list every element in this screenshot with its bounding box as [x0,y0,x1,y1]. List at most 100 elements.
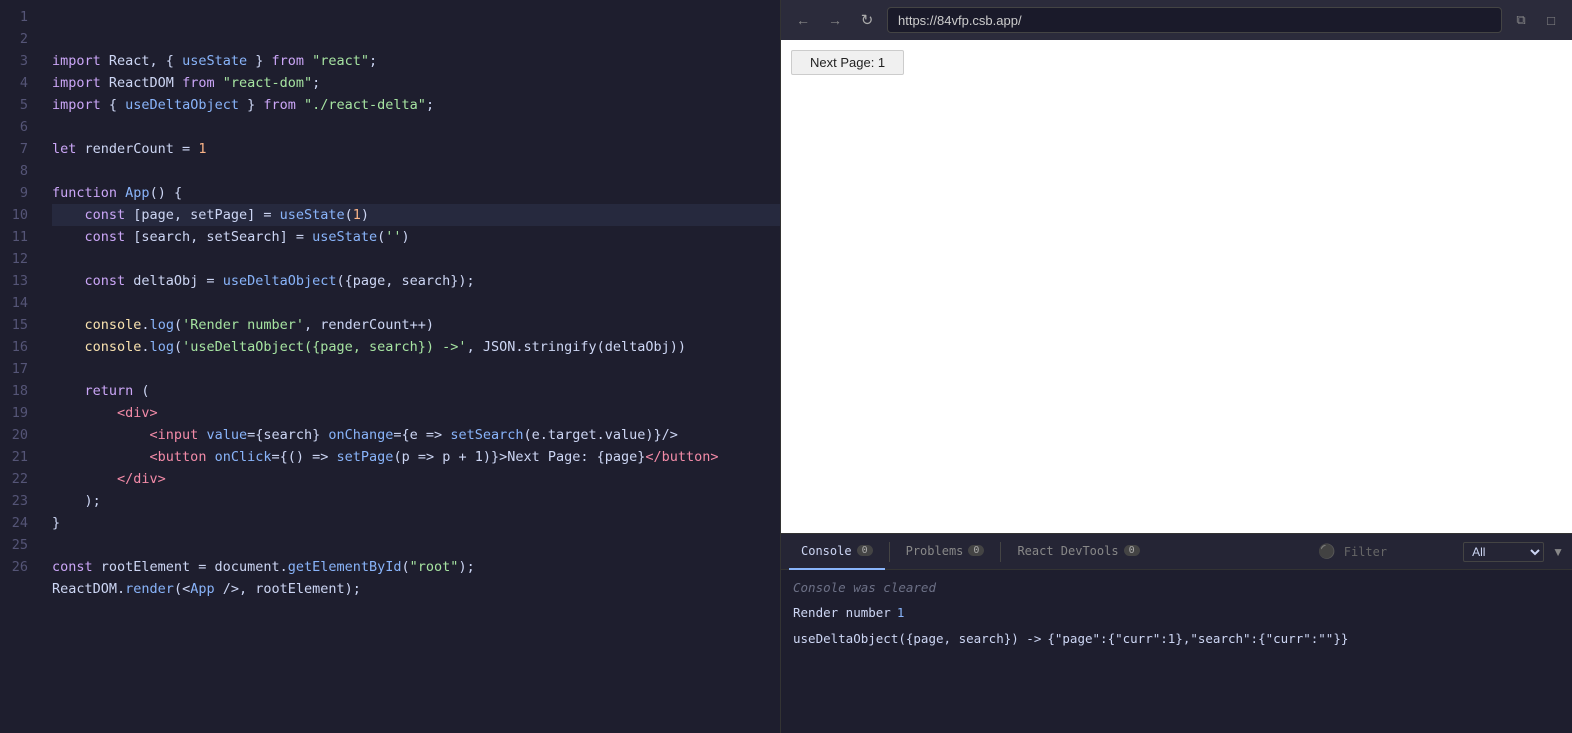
code-line: import React, { useState } from "react"; [52,50,780,72]
token-plain: ) [361,207,369,223]
token-obj: console [85,339,142,355]
react-devtools-tab-label: React DevTools [1017,544,1118,558]
token-plain: ; [369,53,377,69]
url-bar[interactable] [887,7,1502,33]
token-fn: App [190,581,214,597]
filter-section: ⚫ Filter All Errors Warnings Info ▼ [1318,542,1564,562]
token-num: 1 [198,141,206,157]
browser-icons: ⧉ □ [1510,9,1562,31]
token-kw: return [85,383,134,399]
console-output[interactable]: Console was cleared Render number 1 useD… [781,570,1572,733]
code-line: const [page, setPage] = useState(1) [52,204,780,226]
token-plain: ={search} [247,427,328,443]
refresh-button[interactable]: ↻ [855,8,879,32]
token-plain [117,185,125,201]
token-plain: (< [174,581,190,597]
line-number: 16 [0,336,38,358]
token-plain: (e.target.value)}/> [523,427,677,443]
browser-content: Next Page: 1 [781,40,1572,533]
line-number: 11 [0,226,38,248]
token-plain: rootElement = document. [93,559,288,575]
tab-console[interactable]: Console 0 [789,534,885,570]
forward-button[interactable]: → [823,8,847,32]
token-str: 'useDeltaObject({page, search}) ->' [182,339,466,355]
token-plain: ); [52,493,101,509]
token-fn: App [125,185,149,201]
filter-dropdown-button[interactable]: ▼ [1552,545,1564,559]
tab-problems[interactable]: Problems 0 [894,534,997,570]
code-line: const deltaObj = useDeltaObject({page, s… [52,270,780,292]
filter-input[interactable] [1395,545,1455,559]
token-plain: . [141,317,149,333]
code-line [52,248,780,270]
token-plain: ={e => [393,427,450,443]
code-line: <div> [52,402,780,424]
next-page-button[interactable]: Next Page: 1 [791,50,904,75]
token-plain [52,273,85,289]
filter-clear-icon[interactable]: ⚫ [1318,544,1335,560]
token-method: log [150,317,174,333]
token-tag: <input [150,427,199,443]
token-plain: ( [133,383,149,399]
line-number: 14 [0,292,38,314]
right-panel: ← → ↻ ⧉ □ Next Page: 1 Console 0 Problem… [780,0,1572,733]
token-str: "root" [410,559,459,575]
token-str: '' [385,229,401,245]
code-line: return ( [52,380,780,402]
back-button[interactable]: ← [791,8,815,32]
token-str: "./react-delta" [304,97,426,113]
line-number: 7 [0,138,38,160]
token-kw: from [263,97,296,113]
line-number: 4 [0,72,38,94]
token-plain: ; [426,97,434,113]
delta-log-text: useDeltaObject({page, search}) -> [793,626,1041,652]
token-plain: , JSON.stringify(deltaObj)) [467,339,686,355]
console-tabs: Console 0 Problems 0 React DevTools 0 ⚫ … [781,534,1572,570]
token-kw: from [182,75,215,91]
line-number: 6 [0,116,38,138]
problems-tab-badge: 0 [968,545,984,556]
token-plain: } [247,53,271,69]
token-tag: <button [150,449,207,465]
token-plain: ({page, search}); [337,273,475,289]
maximize-icon[interactable]: □ [1540,9,1562,31]
render-log-text: Render number [793,600,891,626]
line-number: 1 [0,6,38,28]
token-num: 1 [353,207,361,223]
windows-icon[interactable]: ⧉ [1510,9,1532,31]
filter-label: Filter [1344,545,1387,559]
token-fn: useState [182,53,247,69]
line-number: 25 [0,534,38,556]
token-kw: import [52,75,101,91]
token-plain: } [52,515,60,531]
filter-select[interactable]: All Errors Warnings Info [1463,542,1544,562]
token-method: getElementById [288,559,402,575]
token-plain: { [101,97,125,113]
token-kw: import [52,97,101,113]
token-attr: value [206,427,247,443]
code-line: let renderCount = 1 [52,138,780,160]
line-number: 3 [0,50,38,72]
code-line [52,160,780,182]
token-attr: onChange [328,427,393,443]
line-number: 18 [0,380,38,402]
line-number: 12 [0,248,38,270]
problems-tab-label: Problems [906,544,964,558]
code-line: ReactDOM.render(<App />, rootElement); [52,578,780,600]
code-line: const [search, setSearch] = useState('') [52,226,780,248]
code-content[interactable]: import React, { useState } from "react";… [38,0,780,733]
tab-divider-1 [889,542,890,562]
token-plain [296,97,304,113]
code-line: } [52,512,780,534]
token-plain [52,207,85,223]
token-plain [52,471,117,487]
token-fn: useState [312,229,377,245]
token-plain [52,383,85,399]
token-fn: setPage [337,449,394,465]
token-fn: setSearch [450,427,523,443]
token-str: "react" [312,53,369,69]
token-plain: ) [402,229,410,245]
tab-react-devtools[interactable]: React DevTools 0 [1005,534,1151,570]
code-line [52,116,780,138]
line-number: 22 [0,468,38,490]
